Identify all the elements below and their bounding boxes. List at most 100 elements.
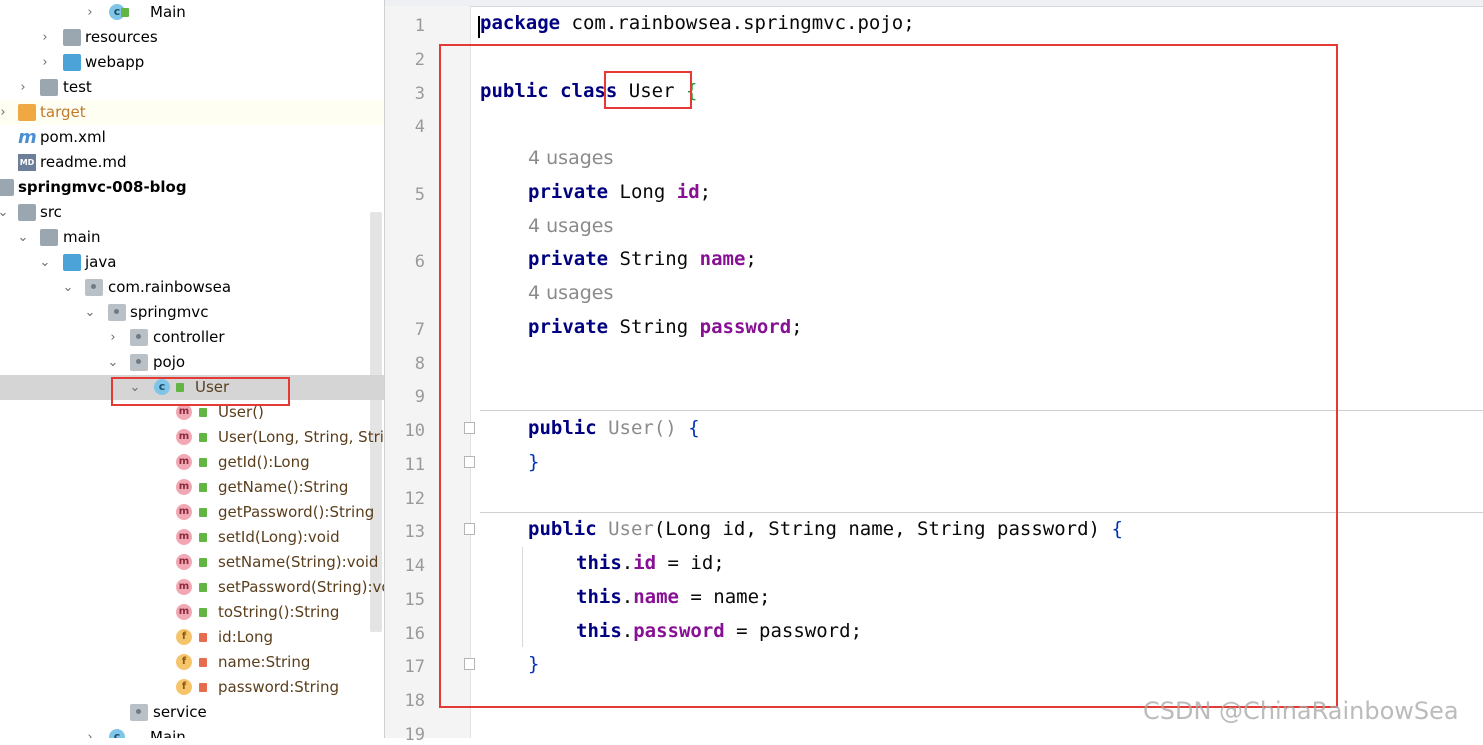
tree-item-label: test: [63, 78, 92, 96]
tree-member-method[interactable]: m setPassword(String):void: [0, 575, 384, 600]
line-number: 8: [414, 354, 425, 374]
tree-item-package-root[interactable]: ⌄ com.rainbowsea: [0, 275, 384, 300]
tree-member-field[interactable]: f name:String: [0, 650, 384, 675]
source-folder-icon: [63, 254, 81, 271]
tree-item-test[interactable]: › test: [0, 75, 384, 100]
line-number: 15: [404, 590, 425, 610]
tree-item-main[interactable]: ⌄ main: [0, 225, 384, 250]
project-tree: › c Main › resources › webapp › test › t…: [0, 0, 384, 738]
public-icon: [199, 483, 207, 492]
line-number: 7: [414, 320, 425, 340]
tree-item-resources[interactable]: › resources: [0, 25, 384, 50]
public-icon: [121, 8, 129, 17]
tree-item-label: pom.xml: [40, 128, 106, 146]
tree-item-webapp[interactable]: › webapp: [0, 50, 384, 75]
tree-item-readme[interactable]: MD readme.md: [0, 150, 384, 175]
chevron-down-icon[interactable]: ⌄: [0, 200, 10, 225]
line-number: 17: [404, 657, 425, 677]
tree-item-src[interactable]: ⌄ src: [0, 200, 384, 225]
package-name: com.rainbowsea.springmvc.pojo;: [560, 12, 915, 34]
tree-item-label: src: [40, 203, 62, 221]
line-number: 11: [404, 455, 425, 475]
package-icon: [108, 304, 126, 321]
field-icon: f: [176, 629, 192, 645]
chevron-right-icon[interactable]: ›: [83, 725, 97, 738]
tree-member-method[interactable]: m getName():String: [0, 475, 384, 500]
package-icon: [85, 279, 103, 296]
tree-item-label: springmvc: [130, 303, 209, 321]
tree-member-field[interactable]: f password:String: [0, 675, 384, 700]
public-icon: [199, 458, 207, 467]
chevron-right-icon[interactable]: ›: [83, 0, 97, 25]
private-lock-icon: [199, 658, 207, 667]
tree-item-package-pojo[interactable]: ⌄ pojo: [0, 350, 384, 375]
chevron-down-icon[interactable]: ⌄: [16, 225, 30, 250]
tree-item-target[interactable]: › target: [0, 100, 384, 125]
folder-icon: [40, 229, 58, 246]
tree-item-label: getPassword():String: [218, 503, 375, 521]
line-number: 19: [404, 725, 425, 745]
chevron-down-icon[interactable]: ⌄: [38, 250, 52, 275]
tree-item-label: id:Long: [218, 628, 274, 646]
tree-item-package-service[interactable]: service: [0, 700, 384, 725]
editor-tab-strip: [385, 0, 1483, 7]
keyword: package: [480, 12, 561, 34]
tree-item-label: Main: [150, 728, 186, 738]
tree-item-label: setId(Long):void: [218, 528, 340, 546]
line-number: 6: [414, 252, 425, 272]
tree-item-label: name:String: [218, 653, 311, 671]
tree-item-main-class[interactable]: › c Main: [0, 725, 384, 738]
public-icon: [199, 408, 207, 417]
chevron-down-icon[interactable]: ⌄: [61, 275, 75, 300]
line-number: 13: [404, 522, 425, 542]
tree-item-label: getName():String: [218, 478, 349, 496]
tree-item-java[interactable]: ⌄ java: [0, 250, 384, 275]
method-icon: m: [176, 479, 192, 495]
maven-icon: m: [18, 127, 37, 148]
tree-member-method[interactable]: m setId(Long):void: [0, 525, 384, 550]
line-number: 4: [414, 117, 425, 137]
line-number: 5: [414, 185, 425, 205]
method-icon: m: [176, 554, 192, 570]
tree-item-label: setPassword(String):void: [218, 578, 384, 596]
tree-item-pom[interactable]: m pom.xml: [0, 125, 384, 150]
module-icon: [0, 179, 14, 196]
tree-item-label: java: [85, 253, 117, 271]
tree-member-method[interactable]: m User(Long, String, String): [0, 425, 384, 450]
chevron-right-icon[interactable]: ›: [38, 25, 52, 50]
tree-item-module[interactable]: springmvc-008-blog: [0, 175, 384, 200]
line-number: 14: [404, 556, 425, 576]
private-lock-icon: [199, 683, 207, 692]
public-icon: [199, 583, 207, 592]
line-number: 12: [404, 489, 425, 509]
package-icon: [130, 354, 148, 371]
method-icon: m: [176, 454, 192, 470]
private-lock-icon: [199, 633, 207, 642]
chevron-right-icon[interactable]: ›: [0, 100, 10, 125]
line-number: 10: [404, 421, 425, 441]
method-icon: m: [176, 529, 192, 545]
chevron-down-icon[interactable]: ⌄: [83, 300, 97, 325]
tree-item-package-springmvc[interactable]: ⌄ springmvc: [0, 300, 384, 325]
tree-member-method[interactable]: m getId():Long: [0, 450, 384, 475]
resources-folder-icon: [63, 29, 81, 46]
tree-item-label: readme.md: [40, 153, 127, 171]
tree-member-method[interactable]: m toString():String: [0, 600, 384, 625]
method-icon: m: [176, 579, 192, 595]
folder-icon: [40, 79, 58, 96]
tree-member-field[interactable]: f id:Long: [0, 625, 384, 650]
chevron-right-icon[interactable]: ›: [38, 50, 52, 75]
chevron-right-icon[interactable]: ›: [16, 75, 30, 100]
class-icon: c: [109, 729, 125, 738]
tree-member-method[interactable]: m getPassword():String: [0, 500, 384, 525]
tree-item-package-controller[interactable]: › controller: [0, 325, 384, 350]
web-folder-icon: [63, 54, 81, 71]
tree-item-main-class[interactable]: › c Main: [0, 0, 384, 25]
tree-member-method[interactable]: m setName(String):void: [0, 550, 384, 575]
tree-item-label: Main: [150, 3, 186, 21]
public-icon: [199, 508, 207, 517]
chevron-down-icon[interactable]: ⌄: [106, 350, 120, 375]
code-line-1[interactable]: package com.rainbowsea.springmvc.pojo;: [480, 12, 915, 34]
chevron-right-icon[interactable]: ›: [106, 325, 120, 350]
public-icon: [199, 433, 207, 442]
